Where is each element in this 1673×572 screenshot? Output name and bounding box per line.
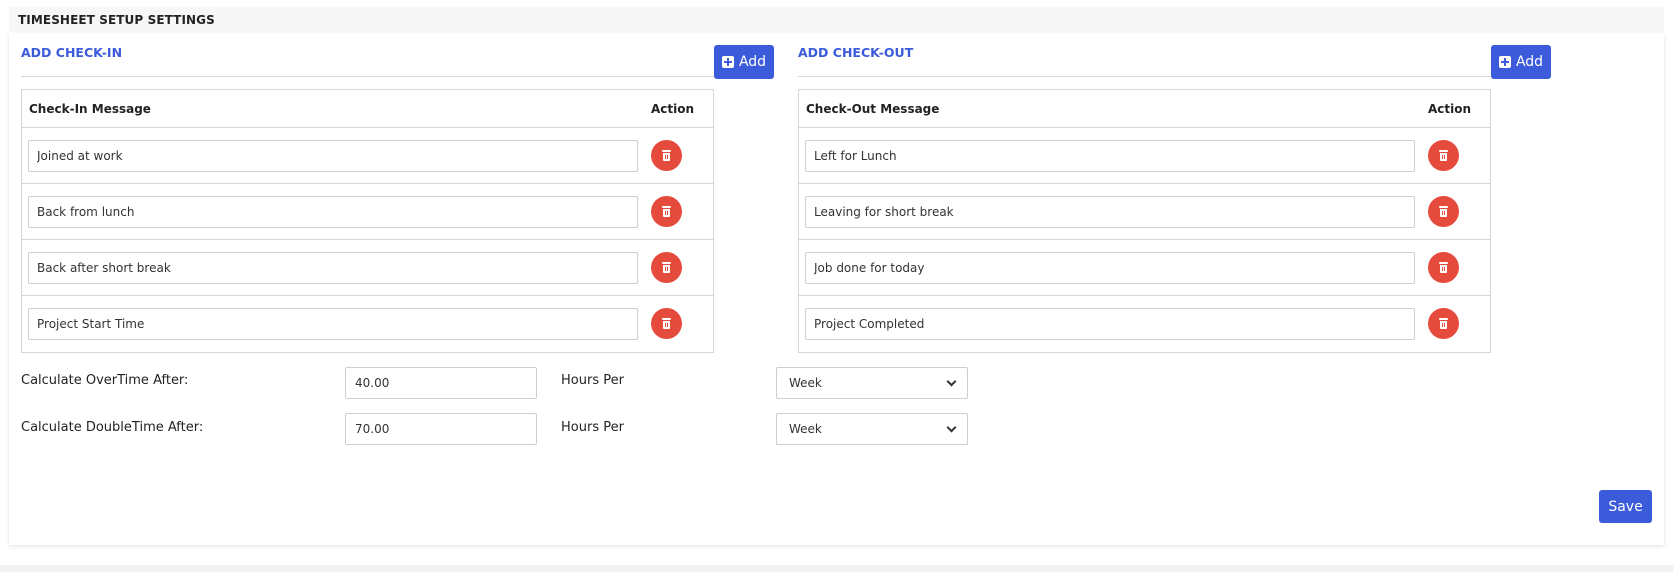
doubletime-period-select[interactable]: Week bbox=[776, 413, 968, 445]
trash-icon bbox=[1439, 262, 1448, 273]
doubletime-hours-input[interactable] bbox=[345, 413, 537, 445]
add-checkin-button[interactable]: Add bbox=[714, 45, 774, 79]
checkin-table: Check-In Message Action bbox=[21, 89, 714, 353]
checkout-row bbox=[799, 240, 1490, 296]
checkout-message-input[interactable] bbox=[805, 140, 1415, 172]
plus-square-icon bbox=[1498, 56, 1511, 68]
chevron-down-icon bbox=[946, 376, 957, 386]
plus-square-icon bbox=[721, 56, 734, 68]
checkout-message-input[interactable] bbox=[805, 252, 1415, 284]
delete-checkin-button[interactable] bbox=[651, 308, 682, 339]
checkin-table-header: Check-In Message Action bbox=[22, 90, 713, 128]
checkout-col-message: Check-Out Message bbox=[806, 102, 940, 116]
checkout-row bbox=[799, 296, 1490, 352]
overtime-hours-input[interactable] bbox=[345, 367, 537, 399]
trash-icon bbox=[662, 150, 671, 161]
checkout-table: Check-Out Message Action bbox=[798, 89, 1491, 353]
checkout-section-divider bbox=[798, 76, 1491, 77]
header-bar bbox=[9, 7, 1664, 32]
checkin-row bbox=[22, 296, 713, 352]
checkin-message-input[interactable] bbox=[28, 140, 638, 172]
doubletime-hours-per-label: Hours Per bbox=[561, 420, 624, 435]
delete-checkin-button[interactable] bbox=[651, 252, 682, 283]
checkin-col-message: Check-In Message bbox=[29, 102, 151, 116]
checkin-message-input[interactable] bbox=[28, 196, 638, 228]
overtime-label: Calculate OverTime After: bbox=[21, 373, 189, 388]
trash-icon bbox=[1439, 206, 1448, 217]
delete-checkout-button[interactable] bbox=[1428, 252, 1459, 283]
checkout-section-title: ADD CHECK-OUT bbox=[798, 45, 914, 60]
checkin-col-action: Action bbox=[651, 102, 695, 116]
checkin-row bbox=[22, 128, 713, 184]
checkout-message-input[interactable] bbox=[805, 196, 1415, 228]
delete-checkin-button[interactable] bbox=[651, 140, 682, 171]
checkout-table-header: Check-Out Message Action bbox=[799, 90, 1490, 128]
doubletime-label: Calculate DoubleTime After: bbox=[21, 420, 204, 435]
checkin-message-input[interactable] bbox=[28, 308, 638, 340]
doubletime-period-value: Week bbox=[789, 422, 822, 436]
add-checkout-label: Add bbox=[1515, 54, 1544, 70]
add-checkin-label: Add bbox=[738, 54, 767, 70]
save-button[interactable]: Save bbox=[1599, 490, 1652, 523]
page-bottom-strip bbox=[0, 565, 1673, 572]
page-title: TIMESHEET SETUP SETTINGS bbox=[18, 13, 215, 27]
checkin-message-input[interactable] bbox=[28, 252, 638, 284]
trash-icon bbox=[1439, 150, 1448, 161]
checkin-row bbox=[22, 240, 713, 296]
checkout-row bbox=[799, 184, 1490, 240]
checkout-message-input[interactable] bbox=[805, 308, 1415, 340]
add-checkout-button[interactable]: Add bbox=[1491, 45, 1551, 79]
overtime-period-select[interactable]: Week bbox=[776, 367, 968, 399]
trash-icon bbox=[662, 206, 671, 217]
overtime-hours-per-label: Hours Per bbox=[561, 373, 624, 388]
delete-checkout-button[interactable] bbox=[1428, 196, 1459, 227]
checkin-section-divider bbox=[21, 76, 714, 77]
chevron-down-icon bbox=[946, 422, 957, 432]
trash-icon bbox=[1439, 318, 1448, 329]
checkout-row bbox=[799, 128, 1490, 184]
checkout-col-action: Action bbox=[1428, 102, 1472, 116]
overtime-period-value: Week bbox=[789, 376, 822, 390]
page: TIMESHEET SETUP SETTINGS ADD CHECK-IN Ad… bbox=[0, 0, 1673, 572]
delete-checkin-button[interactable] bbox=[651, 196, 682, 227]
checkin-section-title: ADD CHECK-IN bbox=[21, 45, 123, 60]
delete-checkout-button[interactable] bbox=[1428, 140, 1459, 171]
delete-checkout-button[interactable] bbox=[1428, 308, 1459, 339]
trash-icon bbox=[662, 262, 671, 273]
trash-icon bbox=[662, 318, 671, 329]
checkin-row bbox=[22, 184, 713, 240]
